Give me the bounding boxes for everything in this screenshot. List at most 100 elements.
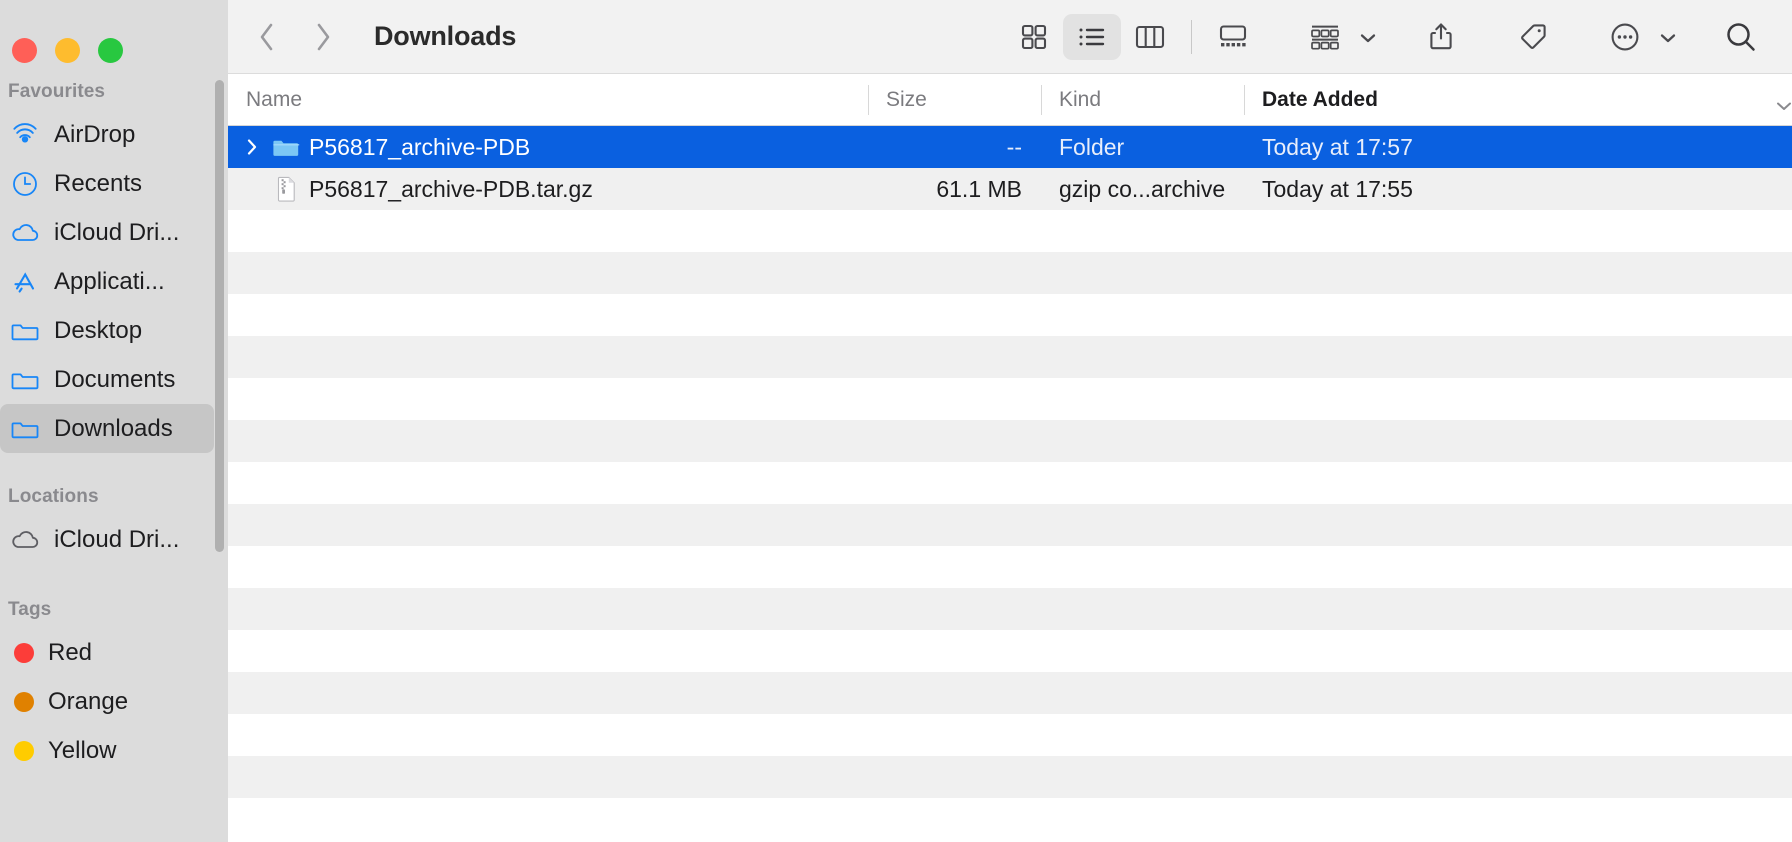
sidebar-item-desktop[interactable]: Desktop	[0, 306, 214, 355]
file-date-added: Today at 17:55	[1262, 175, 1413, 202]
toolbar-divider	[1191, 19, 1192, 54]
empty-row	[228, 672, 1792, 714]
folder-icon	[10, 414, 40, 444]
table-row[interactable]: P56817_archive-PDB -- Folder Today at 17…	[228, 126, 1792, 168]
column-header: Name Size Kind Date Added	[228, 74, 1792, 126]
file-date-added: Today at 17:57	[1262, 133, 1413, 160]
tag-dot-orange-icon	[14, 691, 34, 712]
sidebar-item-label: Documents	[54, 365, 176, 393]
file-size: --	[1006, 133, 1022, 160]
empty-row	[228, 588, 1792, 630]
cloud-grey-icon	[10, 525, 40, 555]
empty-row	[228, 504, 1792, 546]
chevron-down-icon[interactable]	[1358, 31, 1378, 43]
appstore-icon	[10, 267, 40, 297]
navigation-buttons	[256, 20, 334, 54]
file-size: 61.1 MB	[936, 175, 1022, 202]
column-header-kind[interactable]: Kind	[1041, 74, 1244, 126]
clock-icon	[10, 169, 40, 199]
tag-dot-yellow-icon	[14, 740, 34, 761]
sidebar-item-label: Downloads	[54, 414, 173, 442]
file-name-cell: P56817_archive-PDB.tar.gz	[228, 174, 868, 204]
cloud-icon	[10, 218, 40, 248]
main-panel: Downloads Name Size Kind Date Added P568…	[228, 0, 1792, 842]
sidebar-item-tag-red[interactable]: Red	[0, 628, 214, 677]
finder-window: Favourites AirDrop Recents iCloud Dri...…	[0, 0, 1792, 842]
empty-row	[228, 420, 1792, 462]
search-icon[interactable]	[1712, 14, 1770, 60]
column-header-date-added[interactable]: Date Added	[1244, 74, 1792, 126]
empty-rows	[228, 210, 1792, 798]
gallery-view-button[interactable]	[1204, 14, 1262, 60]
sort-chevron-icon	[1756, 94, 1791, 110]
toolbar-right	[1005, 13, 1792, 60]
sidebar-section-tags: Tags	[8, 599, 52, 620]
sidebar-item-label: iCloud Dri...	[54, 218, 180, 246]
airdrop-icon	[10, 120, 40, 150]
column-header-size[interactable]: Size	[868, 74, 1041, 126]
sidebar-item-label: Yellow	[48, 736, 117, 764]
page-title: Downloads	[374, 21, 517, 51]
more-button[interactable]	[1596, 14, 1654, 60]
sidebar-scrollbar[interactable]	[215, 80, 224, 552]
sidebar-item-icloud-drive-location[interactable]: iCloud Dri...	[0, 515, 214, 564]
file-name: P56817_archive-PDB.tar.gz	[309, 175, 593, 202]
column-view-button[interactable]	[1121, 14, 1179, 60]
file-kind: gzip co...archive	[1059, 175, 1226, 202]
toolbar: Downloads	[228, 0, 1792, 74]
folder-icon	[10, 316, 40, 346]
empty-row	[228, 378, 1792, 420]
folder-icon	[271, 132, 301, 162]
empty-row	[228, 336, 1792, 378]
sidebar-item-label: iCloud Dri...	[54, 525, 180, 553]
table-row[interactable]: P56817_archive-PDB.tar.gz 61.1 MB gzip c…	[228, 168, 1792, 210]
empty-row	[228, 294, 1792, 336]
sidebar-item-downloads[interactable]: Downloads	[0, 404, 214, 453]
empty-row	[228, 462, 1792, 504]
empty-row	[228, 630, 1792, 672]
file-list: P56817_archive-PDB -- Folder Today at 17…	[228, 126, 1792, 798]
empty-row	[228, 252, 1792, 294]
sidebar-item-applications[interactable]: Applicati...	[0, 257, 214, 306]
sidebar-item-tag-yellow[interactable]: Yellow	[0, 726, 214, 775]
sidebar-item-label: AirDrop	[54, 120, 136, 148]
empty-row	[228, 546, 1792, 588]
sidebar-item-icloud-drive[interactable]: iCloud Dri...	[0, 208, 214, 257]
file-name-cell: P56817_archive-PDB	[228, 132, 868, 162]
file-kind: Folder	[1059, 133, 1125, 160]
sidebar-item-label: Recents	[54, 169, 143, 197]
sidebar-item-label: Desktop	[54, 316, 143, 344]
sidebar-item-tag-orange[interactable]: Orange	[0, 677, 214, 726]
close-button[interactable]	[12, 38, 37, 63]
sidebar-item-label: Red	[48, 638, 93, 666]
sidebar-section-locations: Locations	[8, 486, 99, 507]
sidebar-item-airdrop[interactable]: AirDrop	[0, 110, 214, 159]
archive-file-icon	[271, 174, 301, 204]
sidebar: Favourites AirDrop Recents iCloud Dri...…	[0, 0, 228, 842]
sidebar-item-recents[interactable]: Recents	[0, 159, 214, 208]
back-button[interactable]	[256, 20, 278, 54]
column-header-name[interactable]: Name	[228, 74, 868, 126]
empty-row	[228, 756, 1792, 798]
folder-icon	[10, 365, 40, 395]
list-view-button[interactable]	[1063, 13, 1121, 60]
file-name: P56817_archive-PDB	[309, 133, 531, 160]
chevron-down-icon-more[interactable]	[1658, 31, 1678, 43]
forward-button[interactable]	[312, 20, 334, 54]
window-controls	[0, 0, 228, 74]
tags-button[interactable]	[1504, 14, 1562, 60]
zoom-button[interactable]	[98, 38, 123, 63]
sidebar-section-favourites: Favourites	[8, 81, 106, 102]
view-mode-group	[1005, 13, 1262, 60]
sidebar-item-documents[interactable]: Documents	[0, 355, 214, 404]
share-button[interactable]	[1412, 14, 1470, 60]
icon-view-button[interactable]	[1005, 14, 1063, 60]
sidebar-item-label: Orange	[48, 687, 129, 715]
group-by-button[interactable]	[1296, 14, 1354, 60]
disclosure-chevron-icon[interactable]	[241, 137, 263, 157]
tag-dot-red-icon	[14, 642, 34, 663]
sidebar-item-label: Applicati...	[54, 267, 165, 295]
minimize-button[interactable]	[55, 38, 80, 63]
empty-row	[228, 210, 1792, 252]
empty-row	[228, 714, 1792, 756]
